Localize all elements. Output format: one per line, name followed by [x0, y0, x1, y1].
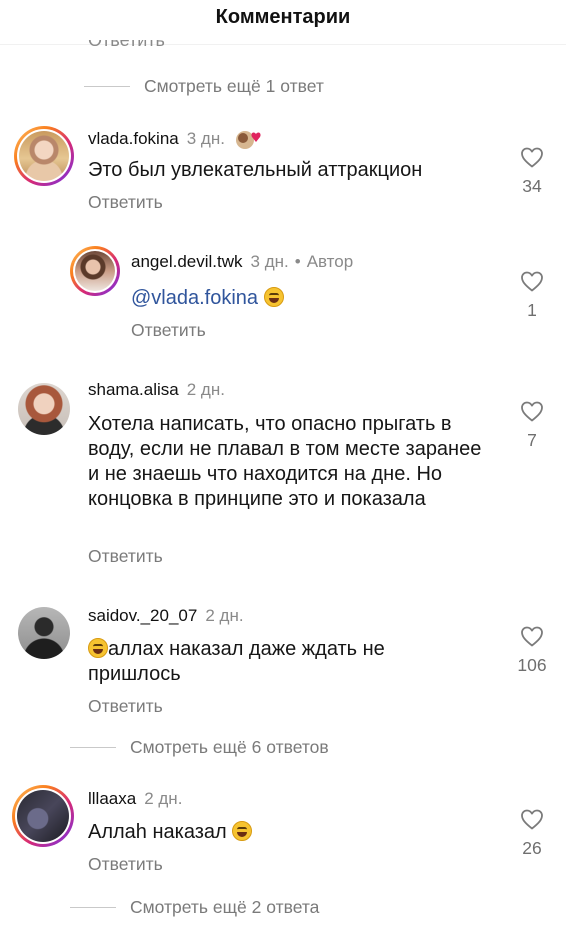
reply-button[interactable]: Ответить [88, 192, 163, 213]
like-button[interactable]: 26 [512, 808, 552, 859]
heart-icon [521, 626, 543, 647]
like-count: 106 [517, 655, 547, 675]
comment-text: аллах наказал даже ждать не пришлось [88, 637, 448, 687]
comment-text: Хотела написать, что опасно прыгать в во… [88, 413, 482, 510]
view-more-label: Смотреть ещё 2 ответа [130, 897, 320, 917]
header: Комментарии [0, 0, 566, 40]
mention-link[interactable]: @vlada.fokina [131, 287, 258, 309]
username[interactable]: shama.alisa [88, 380, 179, 400]
avatar[interactable] [12, 785, 74, 847]
like-count: 34 [522, 176, 542, 196]
view-more-replies[interactable]: Смотреть ещё 6 ответов [70, 737, 329, 758]
avatar[interactable] [70, 246, 120, 296]
header-divider [0, 44, 566, 45]
reply-button[interactable]: Ответить [88, 696, 163, 717]
like-button[interactable]: 1 [512, 270, 552, 321]
divider-line [70, 907, 116, 908]
comment-text: @vlada.fokina [131, 286, 451, 311]
heart-icon [521, 401, 543, 422]
comment-meta: angel.devil.twk 3 дн. • Автор [131, 252, 353, 272]
like-button[interactable]: 106 [512, 625, 552, 676]
like-count: 7 [527, 430, 537, 450]
comment-text-content: аллах наказал даже ждать не пришлось [88, 638, 385, 685]
avatar[interactable] [18, 383, 70, 435]
avatar[interactable] [14, 126, 74, 186]
author-badge: Автор [306, 252, 354, 271]
username[interactable]: vlada.fokina [88, 129, 179, 149]
heart-icon [521, 271, 543, 292]
heart-icon [521, 147, 543, 168]
reply-button[interactable]: Ответить [88, 546, 163, 567]
separator-dot: • [294, 252, 301, 271]
comment-text: Это был увлекательный аттракцион [88, 159, 423, 181]
comment-meta: shama.alisa 2 дн. [88, 380, 225, 400]
avatar[interactable] [18, 607, 70, 659]
timestamp: 2 дн. [144, 789, 183, 808]
like-count: 26 [522, 838, 542, 858]
like-button[interactable]: 7 [512, 400, 552, 451]
timestamp: 2 дн. [205, 606, 244, 625]
username[interactable]: saidov._20_07 [88, 606, 197, 626]
username[interactable]: lllaaxa [88, 789, 136, 809]
divider-line [70, 747, 116, 748]
view-more-replies[interactable]: Смотреть ещё 2 ответа [70, 897, 319, 918]
view-more-label: Смотреть ещё 6 ответов [130, 737, 329, 757]
comment-text: Аллаh наказал [88, 820, 408, 845]
grinning-emoji-icon [88, 638, 108, 658]
reply-button[interactable]: Ответить [88, 854, 163, 875]
heart-icon [521, 809, 543, 830]
sticker-icon [235, 128, 265, 150]
reply-button[interactable]: Ответить [131, 320, 206, 341]
comment-text-content: Аллаh наказал [88, 821, 227, 843]
laughing-emoji-icon [232, 821, 253, 841]
view-more-label: Смотреть ещё 1 ответ [144, 76, 324, 96]
comment-meta: lllaaxa 2 дн. [88, 789, 182, 809]
page-title: Комментарии [215, 6, 351, 28]
view-more-replies[interactable]: Смотреть ещё 1 ответ [84, 76, 324, 97]
timestamp: 3 дн. [186, 129, 225, 148]
timestamp: 3 дн. [250, 252, 289, 271]
like-count: 1 [527, 300, 537, 320]
timestamp: 2 дн. [186, 380, 225, 399]
grinning-emoji-icon [263, 287, 284, 307]
like-button[interactable]: 34 [512, 146, 552, 197]
comment-meta: vlada.fokina 3 дн. [88, 128, 265, 150]
username[interactable]: angel.devil.twk [131, 252, 243, 272]
comment-meta: saidov._20_07 2 дн. [88, 606, 244, 626]
divider-line [84, 86, 130, 87]
